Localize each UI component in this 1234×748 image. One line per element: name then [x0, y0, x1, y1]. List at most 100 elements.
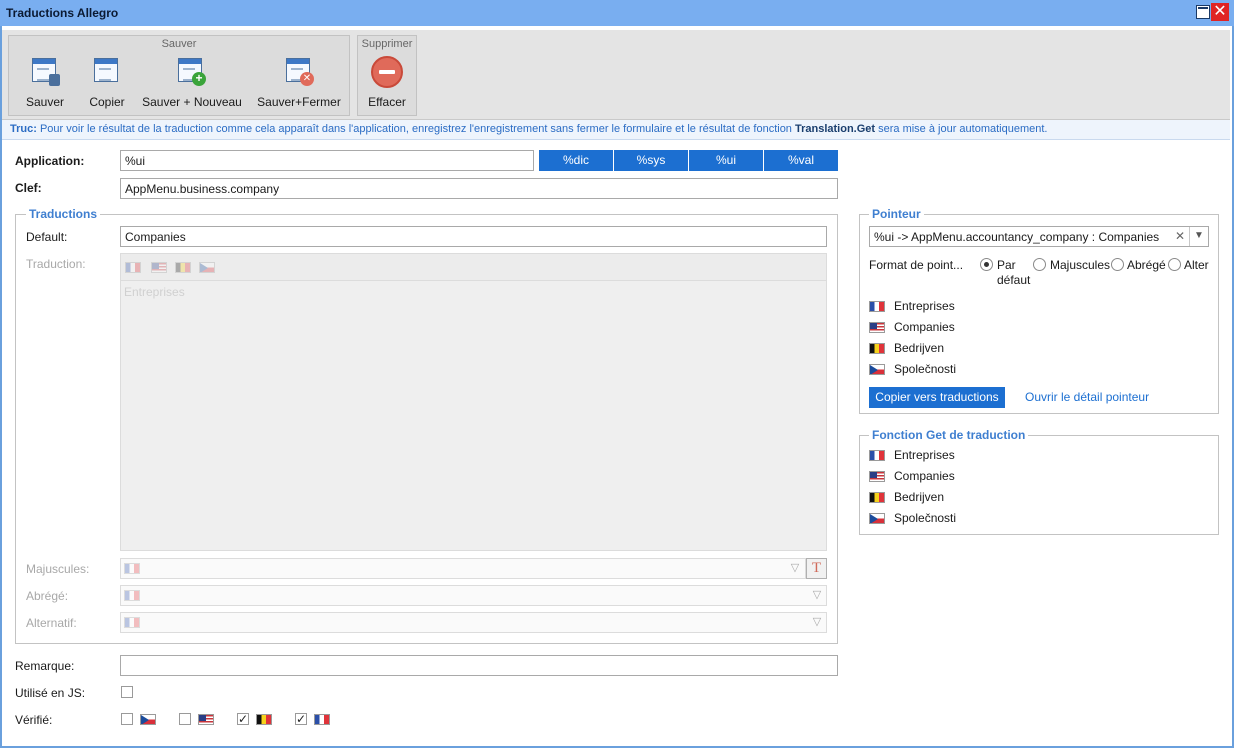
delete-button[interactable]: Effacer: [360, 35, 414, 116]
chevron-down-icon[interactable]: ▽: [809, 614, 825, 630]
save-new-button[interactable]: + Sauver + Nouveau: [140, 35, 244, 116]
format-radio-uppercase[interactable]: [1033, 258, 1046, 271]
copy-button[interactable]: Copier: [82, 35, 132, 116]
delete-icon: [371, 56, 403, 88]
save-close-button-label: Sauver+Fermer: [257, 95, 341, 109]
uppercase-label: Majuscules:: [26, 562, 90, 576]
flag-fr-icon[interactable]: [125, 262, 141, 273]
translations-title: Traductions: [26, 207, 101, 221]
flag-us-icon[interactable]: [151, 262, 167, 273]
translation-value: Entreprises: [124, 285, 185, 299]
get-function-title: Fonction Get de traduction: [869, 428, 1029, 442]
pointer-format-label: Format de point...: [869, 258, 964, 272]
prefix-button-dic[interactable]: %dic: [539, 150, 613, 171]
format-radio-alt[interactable]: [1168, 258, 1181, 271]
pointer-translation: Společnosti: [894, 362, 957, 376]
flag-fr-icon: [124, 590, 140, 601]
close-button[interactable]: ✕: [1211, 3, 1229, 21]
flag-fr-icon: [869, 301, 885, 312]
chevron-down-icon[interactable]: ▽: [809, 587, 825, 603]
alt-input[interactable]: [120, 612, 827, 633]
verified-fr-checkbox[interactable]: ✓: [295, 713, 307, 725]
flag-fr-icon: [314, 714, 330, 725]
get-translation: Companies: [894, 469, 955, 483]
verified-cz-checkbox[interactable]: [121, 713, 133, 725]
prefix-button-val[interactable]: %val: [764, 150, 838, 171]
format-radio-abbr[interactable]: [1111, 258, 1124, 271]
tip-label: Truc:: [10, 123, 37, 135]
prefix-button-ui[interactable]: %ui: [689, 150, 763, 171]
flag-fr-icon: [124, 617, 140, 628]
save-button-label: Sauver: [25, 95, 65, 109]
copy-to-translations-button[interactable]: Copier vers traductions: [869, 387, 1005, 408]
translation-label: Traduction:: [26, 257, 86, 271]
format-option-alt: Alter: [1184, 258, 1209, 272]
clear-icon[interactable]: ✕: [1171, 227, 1189, 246]
abbr-label: Abrégé:: [26, 589, 69, 603]
flag-fr-icon: [124, 563, 140, 574]
tip-text-before: Pour voir le résultat de la traduction c…: [36, 123, 795, 135]
tip-text: Truc: Pour voir le résultat de la traduc…: [10, 123, 1047, 135]
get-translation: Bedrijven: [894, 490, 945, 504]
flag-be-icon: [869, 343, 885, 354]
flag-cz-icon: [140, 714, 156, 725]
flag-fr-icon: [869, 450, 885, 461]
uppercase-input[interactable]: [120, 558, 806, 579]
window-title: Traductions Allegro: [6, 6, 119, 20]
key-label: Clef:: [15, 181, 42, 195]
used-js-checkbox[interactable]: [121, 686, 133, 698]
verified-label: Vérifié:: [15, 713, 53, 727]
format-option-abbr: Abrégé: [1127, 258, 1166, 272]
prefix-button-sys[interactable]: %sys: [614, 150, 688, 171]
text-format-icon[interactable]: T: [806, 558, 827, 579]
application-label: Application:: [15, 154, 85, 168]
flag-be-icon: [869, 492, 885, 503]
remark-label: Remarque:: [15, 659, 75, 673]
title-bar: [0, 0, 1234, 26]
flag-us-icon: [869, 471, 885, 482]
save-close-button[interactable]: ✕ Sauver+Fermer: [254, 35, 344, 116]
open-pointer-detail-link[interactable]: Ouvrir le détail pointeur: [1025, 390, 1149, 404]
pointer-translation: Bedrijven: [894, 341, 945, 355]
get-translation: Společnosti: [894, 511, 957, 525]
pointer-title: Pointeur: [869, 207, 924, 221]
abbr-input[interactable]: [120, 585, 827, 606]
flag-cz-icon: [869, 513, 885, 524]
pointer-select[interactable]: %ui -> AppMenu.accountancy_company : Com…: [869, 226, 1209, 247]
copy-button-label: Copier: [89, 95, 125, 109]
verified-us-checkbox[interactable]: [179, 713, 191, 725]
translation-flag-bar: [120, 253, 827, 281]
save-button[interactable]: Sauver: [20, 35, 70, 116]
tip-text-after: sera mise à jour automatiquement.: [875, 123, 1048, 135]
chevron-down-icon[interactable]: ▽: [787, 560, 803, 576]
flag-us-icon: [198, 714, 214, 725]
key-input[interactable]: AppMenu.business.company: [120, 178, 838, 199]
flag-be-icon[interactable]: [175, 262, 191, 273]
translation-textarea[interactable]: Entreprises: [120, 281, 827, 551]
default-input[interactable]: Companies: [120, 226, 827, 247]
alt-label: Alternatif:: [26, 616, 77, 630]
flag-cz-icon[interactable]: [199, 262, 215, 273]
maximize-button[interactable]: [1196, 5, 1210, 19]
used-js-label: Utilisé en JS:: [15, 686, 86, 700]
get-translation: Entreprises: [894, 448, 955, 462]
pointer-translation: Entreprises: [894, 299, 955, 313]
save-new-button-label: Sauver + Nouveau: [142, 95, 242, 109]
copy-icon: [92, 56, 120, 86]
delete-button-label: Effacer: [368, 95, 406, 109]
close-document-icon: ✕: [284, 56, 314, 86]
verified-be-checkbox[interactable]: ✓: [237, 713, 249, 725]
tip-function-name: Translation.Get: [794, 123, 876, 135]
flag-cz-icon: [869, 364, 885, 375]
add-document-icon: +: [176, 56, 206, 86]
chevron-down-icon[interactable]: ▼: [1189, 227, 1208, 246]
default-label: Default:: [26, 230, 68, 244]
flag-be-icon: [256, 714, 272, 725]
format-radio-default[interactable]: [980, 258, 993, 271]
format-option-uppercase: Majuscules: [1050, 258, 1111, 272]
remark-input[interactable]: [120, 655, 838, 676]
format-option-default: Par défaut: [997, 258, 1031, 287]
flag-us-icon: [869, 322, 885, 333]
pointer-translation: Companies: [894, 320, 955, 334]
application-input[interactable]: %ui: [120, 150, 534, 171]
